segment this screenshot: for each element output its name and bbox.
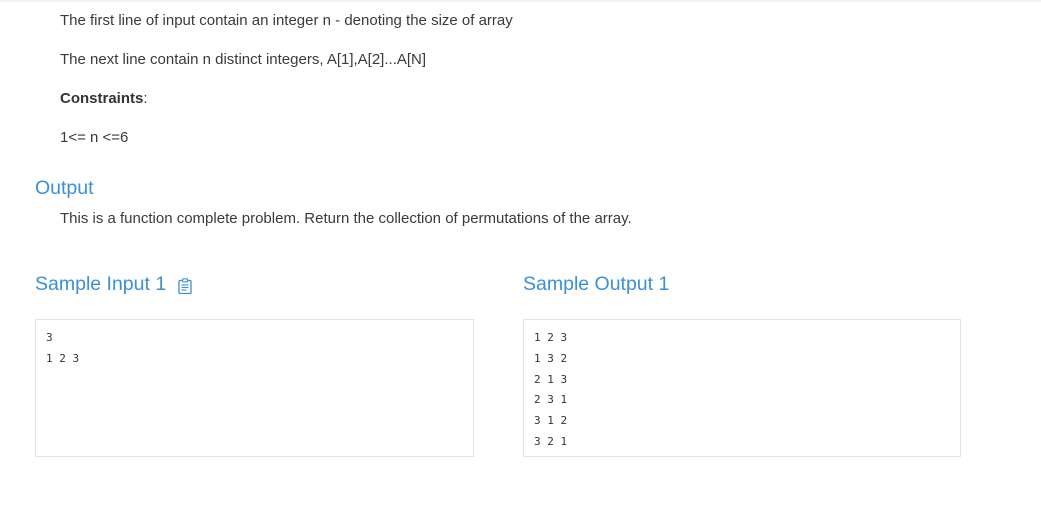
output-description: This is a function complete problem. Ret… (60, 210, 632, 227)
sample-output-line: 3 2 1 (534, 434, 568, 448)
clipboard-icon[interactable] (178, 276, 192, 295)
sample-output-title: Sample Output 1 (523, 273, 670, 295)
sample-input-title: Sample Input 1 (35, 273, 167, 295)
sample-output-line: 3 1 2 (534, 414, 568, 428)
sample-output-line: 2 1 3 (534, 372, 568, 386)
top-divider (0, 0, 1041, 2)
sample-output-line: 1 3 2 (534, 351, 568, 365)
sample-input-heading: Sample Input 1 (35, 272, 192, 296)
output-heading: Output (35, 177, 94, 199)
input-description-line1: The first line of input contain an integ… (60, 12, 513, 29)
sample-output-line: 1 2 3 (534, 331, 568, 344)
problem-page: The first line of input contain an integ… (0, 0, 1041, 510)
sample-input-line: 1 2 3 (46, 351, 80, 365)
sample-output-heading: Sample Output 1 (523, 272, 669, 296)
constraint-value: 1<= n <=6 (60, 129, 129, 146)
sample-input-box[interactable]: 3 1 2 3 (35, 319, 474, 457)
constraints-heading: Constraints: (60, 89, 148, 109)
sample-output-box[interactable]: 1 2 3 1 3 2 2 1 3 2 3 1 3 1 2 3 2 1 (523, 319, 961, 457)
sample-output-line: 2 3 1 (534, 393, 568, 407)
constraints-label: Constraints (60, 90, 144, 107)
constraints-colon: : (143, 90, 148, 107)
input-description-line2: The next line contain n distinct integer… (60, 51, 427, 68)
sample-input-line: 3 (46, 331, 53, 344)
